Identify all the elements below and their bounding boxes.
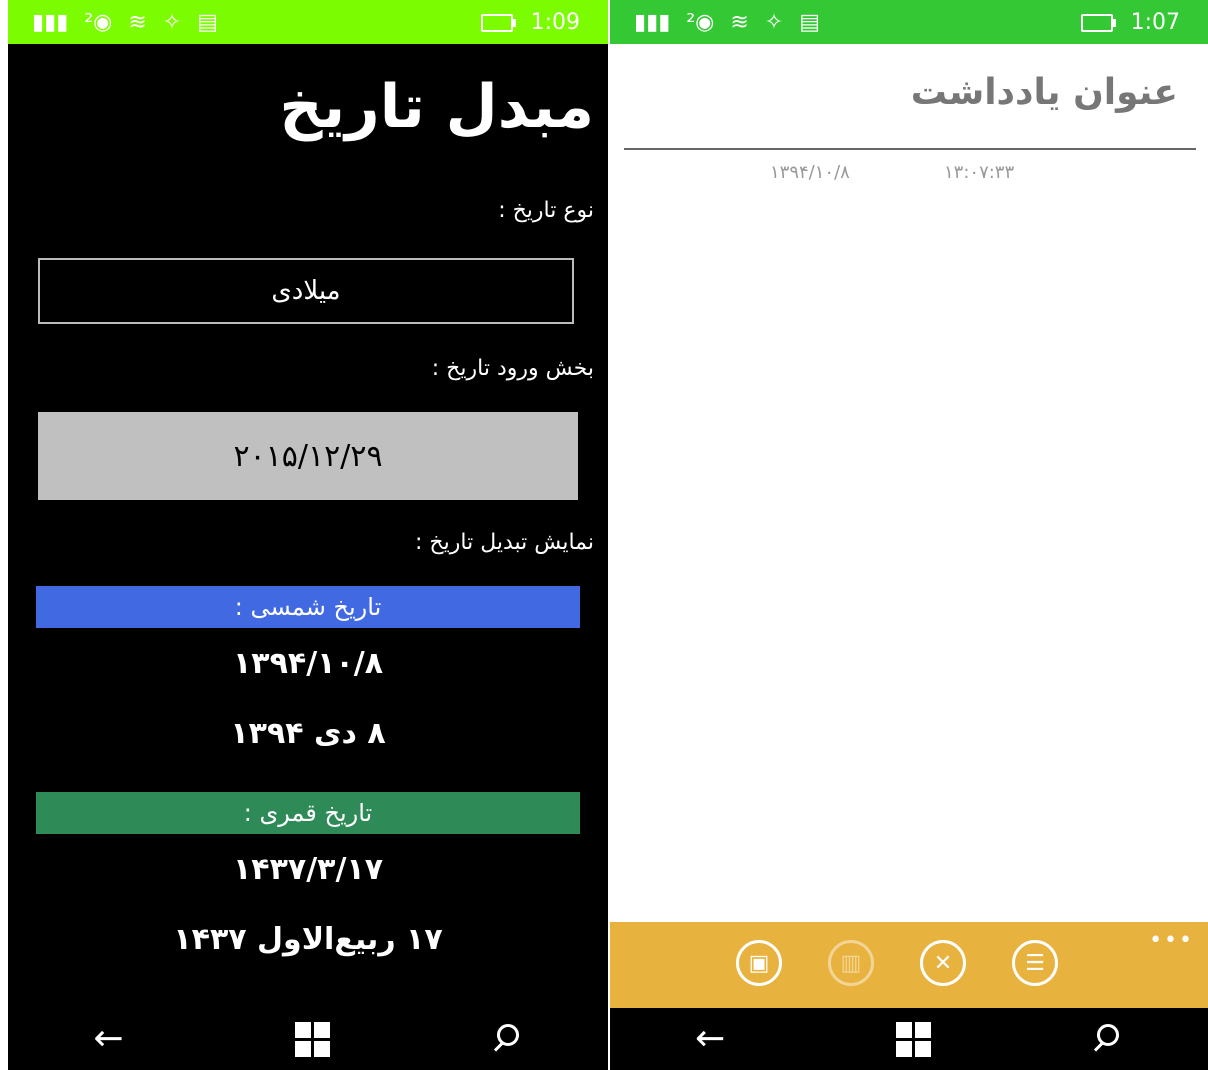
- list-icon: ☰: [1025, 950, 1045, 976]
- date-converter-screen: ▮▮▮ ²◉ ≋ ✧ ▤ 1:09 مبدل تاریخ نوع تاریخ :…: [8, 0, 608, 1070]
- qamari-text: ۱۷ ربیع‌الاول ۱۴۳۷: [173, 922, 443, 957]
- date-input-label: بخش ورود تاریخ :: [431, 356, 594, 381]
- list-button[interactable]: ☰: [1012, 940, 1058, 986]
- qamari-header: تاریخ قمری :: [36, 792, 580, 834]
- bluetooth-icon: ✧: [764, 10, 784, 35]
- date-input-field[interactable]: ۲۰۱۵/۱۲/۲۹: [38, 412, 578, 500]
- windows-icon[interactable]: [895, 1021, 931, 1057]
- date-type-select[interactable]: میلادی: [38, 258, 574, 324]
- search-icon[interactable]: [1096, 1024, 1119, 1046]
- windows-icon[interactable]: [294, 1021, 330, 1057]
- wifi-icon: ≋: [730, 10, 749, 35]
- navigation-bar: ←: [610, 1008, 1208, 1070]
- status-bar: ▮▮▮ ²◉ ≋ ✧ ▤ 1:09: [8, 0, 608, 44]
- divider: [624, 148, 1196, 150]
- battery-icon: [1080, 13, 1116, 32]
- sim-2-icon: ²◉: [84, 10, 113, 35]
- shamsi-header: تاریخ شمسی :: [36, 586, 580, 628]
- close-button[interactable]: ✕: [920, 940, 966, 986]
- page-title: مبدل تاریخ: [279, 72, 594, 142]
- status-bar: ▮▮▮ ²◉ ≋ ✧ ▤ 1:07: [610, 0, 1208, 44]
- back-button[interactable]: ←: [695, 1021, 725, 1057]
- close-icon: ✕: [933, 950, 953, 976]
- save-button[interactable]: ▣: [736, 940, 782, 986]
- back-button[interactable]: ←: [93, 1021, 123, 1057]
- wifi-icon: ≋: [128, 10, 147, 35]
- message-icon: ▤: [799, 10, 821, 35]
- battery-icon: [480, 13, 516, 32]
- qamari-numeric: ۱۴۳۷/۳/۱۷: [232, 852, 384, 887]
- status-time: 1:09: [530, 10, 580, 35]
- qamari-header-label: تاریخ قمری :: [243, 799, 373, 827]
- delete-button[interactable]: ▥: [828, 940, 874, 986]
- sim-2-icon: ²◉: [686, 10, 715, 35]
- note-time: ۱۳:۰۷:۳۳: [944, 162, 1015, 183]
- note-title-input[interactable]: عنوان یادداشت: [911, 72, 1178, 113]
- status-time: 1:07: [1130, 10, 1180, 35]
- shamsi-header-label: تاریخ شمسی :: [234, 593, 382, 621]
- delete-icon: ▥: [840, 950, 862, 976]
- navigation-bar: ←: [8, 1008, 608, 1070]
- signal-icon: ▮▮▮: [634, 10, 671, 35]
- date-input-value: ۲۰۱۵/۱۲/۲۹: [233, 438, 383, 474]
- note-date: ۱۳۹۴/۱۰/۸: [770, 162, 850, 183]
- more-button[interactable]: •••: [1149, 928, 1194, 953]
- date-type-label: نوع تاریخ :: [498, 198, 594, 223]
- bluetooth-icon: ✧: [162, 10, 182, 35]
- save-icon: ▣: [748, 950, 770, 976]
- shamsi-text: ۸ دی ۱۳۹۴: [230, 716, 386, 751]
- shamsi-numeric: ۱۳۹۴/۱۰/۸: [232, 646, 384, 681]
- search-icon[interactable]: [496, 1024, 519, 1046]
- date-type-value: میلادی: [271, 276, 341, 306]
- note-screen: ▮▮▮ ²◉ ≋ ✧ ▤ 1:07 عنوان یادداشت ۱۳۹۴/۱۰/…: [610, 0, 1208, 1070]
- signal-icon: ▮▮▮: [32, 10, 69, 35]
- app-bar: ▣ ▥ ✕ ☰ •••: [610, 922, 1208, 1008]
- conversion-display-label: نمایش تبدیل تاریخ :: [415, 530, 594, 555]
- message-icon: ▤: [197, 10, 219, 35]
